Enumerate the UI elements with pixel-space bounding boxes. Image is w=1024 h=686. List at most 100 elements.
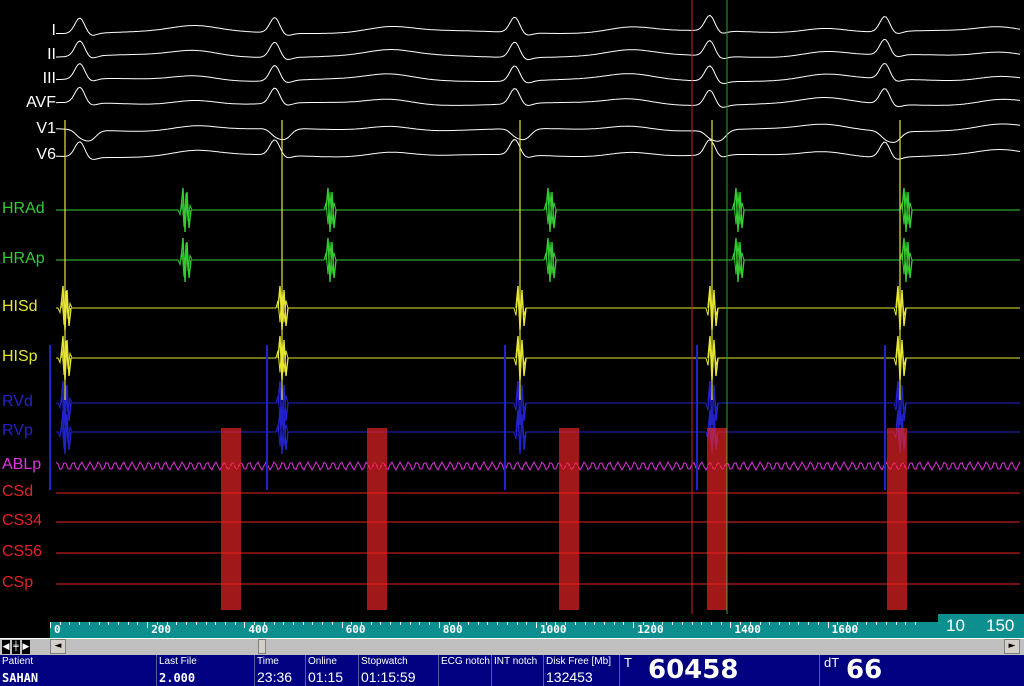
time-tick — [788, 622, 790, 625]
spike-hisd — [895, 285, 907, 331]
trace-v1 — [55, 123, 1021, 143]
time-tick — [467, 622, 469, 625]
time-tick — [866, 622, 868, 625]
time-tick — [565, 622, 567, 625]
ecg-notch-cell[interactable]: ECG notch — [439, 655, 492, 686]
time-tick — [273, 622, 275, 625]
time-tick — [458, 622, 460, 625]
cs-burst — [221, 428, 241, 610]
time-tick — [526, 622, 528, 625]
scroll-thumb[interactable] — [258, 639, 266, 654]
disk-free-cell: Disk Free [Mb] 132453 — [544, 655, 620, 686]
channel-label-avf[interactable]: AVF — [2, 94, 56, 112]
nav-first-icon[interactable]: ◀ — [2, 640, 10, 654]
time-tick — [730, 622, 732, 628]
channel-label-cs56[interactable]: CS56 — [2, 543, 42, 561]
channel-label-v6[interactable]: V6 — [2, 146, 56, 164]
time-value: 23:36 — [257, 669, 293, 685]
scroll-right-button[interactable]: ► — [1004, 639, 1020, 654]
time-tick — [642, 622, 644, 625]
time-tick — [769, 622, 771, 625]
spike-hrap — [325, 237, 337, 283]
stopwatch-value: 01:15:59 — [361, 669, 416, 685]
channel-label-ablp[interactable]: ABLp — [2, 456, 41, 474]
time-tick — [79, 622, 81, 625]
channel-label-ii[interactable]: II — [2, 46, 56, 64]
time-tick — [817, 622, 819, 625]
cs-burst — [559, 428, 579, 610]
spike-hrad — [325, 187, 337, 233]
channel-label-hisd[interactable]: HISd — [2, 298, 38, 316]
time-tick — [740, 622, 742, 625]
channel-label-csp[interactable]: CSp — [2, 574, 33, 592]
scale-right-value: 150 — [986, 616, 1015, 635]
spike-hrad — [545, 187, 557, 233]
time-tick-label: 200 — [151, 623, 172, 636]
stopwatch-cell[interactable]: Stopwatch 01:15:59 — [359, 655, 439, 686]
time-tick — [419, 622, 421, 625]
last-file-cell: Last File 2.000 — [157, 655, 255, 686]
horizontal-scrollbar[interactable]: ◀ ╪ ▶ ◄ ► — [0, 638, 1024, 655]
time-tick — [895, 622, 897, 625]
time-tick — [195, 622, 197, 625]
time-tick — [331, 622, 333, 625]
time-tick-label: 800 — [442, 623, 463, 636]
time-tick — [108, 622, 110, 625]
channel-label-hrad[interactable]: HRAd — [2, 200, 45, 218]
ecg-notch-label: ECG notch — [441, 656, 490, 667]
time-tick — [370, 622, 372, 625]
nav-split-icon[interactable]: ╪ — [12, 640, 20, 654]
channel-label-cs34[interactable]: CS34 — [2, 512, 42, 530]
time-tick — [50, 622, 51, 628]
spike-hisd — [707, 285, 719, 331]
time-tick — [215, 622, 217, 625]
channel-label-i[interactable]: I — [2, 22, 56, 40]
trace-ii — [56, 38, 1021, 61]
time-tick — [429, 622, 431, 625]
time-tick — [166, 622, 168, 625]
trace-rvd — [56, 384, 1020, 422]
time-tick — [798, 622, 800, 625]
time-tick — [98, 622, 100, 625]
time-tick — [720, 622, 722, 625]
time-tick — [662, 622, 664, 625]
channel-label-iii[interactable]: III — [2, 70, 56, 88]
scale-box: 10 150 — [938, 614, 1024, 638]
time-tick — [584, 622, 586, 625]
scroll-left-button[interactable]: ◄ — [50, 639, 66, 654]
time-tick — [827, 622, 829, 628]
time-tick — [156, 622, 158, 625]
time-tick-label: 1400 — [734, 623, 761, 636]
spike-hrap — [733, 237, 745, 283]
scale-left-value: 10 — [946, 616, 965, 635]
channel-label-hrap[interactable]: HRAp — [2, 250, 45, 268]
time-tick — [293, 622, 294, 625]
time-tick-label: 1600 — [831, 623, 859, 636]
channel-label-hisp[interactable]: HISp — [2, 348, 38, 366]
channel-label-csd[interactable]: CSd — [2, 483, 33, 501]
online-cell: Online 01:15 — [306, 655, 359, 686]
time-tick — [244, 622, 246, 628]
spike-hisp — [277, 335, 289, 381]
time-tick-label: 1000 — [540, 623, 567, 636]
last-file-label: Last File — [159, 656, 197, 667]
nav-last-icon[interactable]: ▶ — [22, 640, 30, 654]
t-label: T — [624, 655, 632, 670]
time-tick — [234, 622, 236, 625]
time-tick — [691, 622, 693, 625]
time-tick — [710, 622, 712, 625]
time-tick — [341, 622, 343, 628]
time-tick-label: 1200 — [637, 623, 664, 636]
online-value: 01:15 — [308, 669, 344, 685]
signal-display[interactable]: I II III AVF V1 V6 HRAd HRAp HISd HISp RVd RVp ABLp C… — [0, 0, 1024, 622]
disk-free-label: Disk Free [Mb] — [546, 656, 612, 667]
int-notch-cell[interactable]: INT notch — [492, 655, 544, 686]
channel-label-v1[interactable]: V1 — [2, 120, 56, 138]
channel-label-rvp[interactable]: RVp — [2, 422, 33, 440]
trace-v6 — [56, 139, 1021, 160]
time-cell: Time 23:36 — [255, 655, 306, 686]
time-tick — [477, 622, 479, 625]
patient-label: Patient — [2, 656, 34, 667]
channel-label-rvd[interactable]: RVd — [2, 393, 33, 411]
time-tick — [905, 622, 907, 625]
